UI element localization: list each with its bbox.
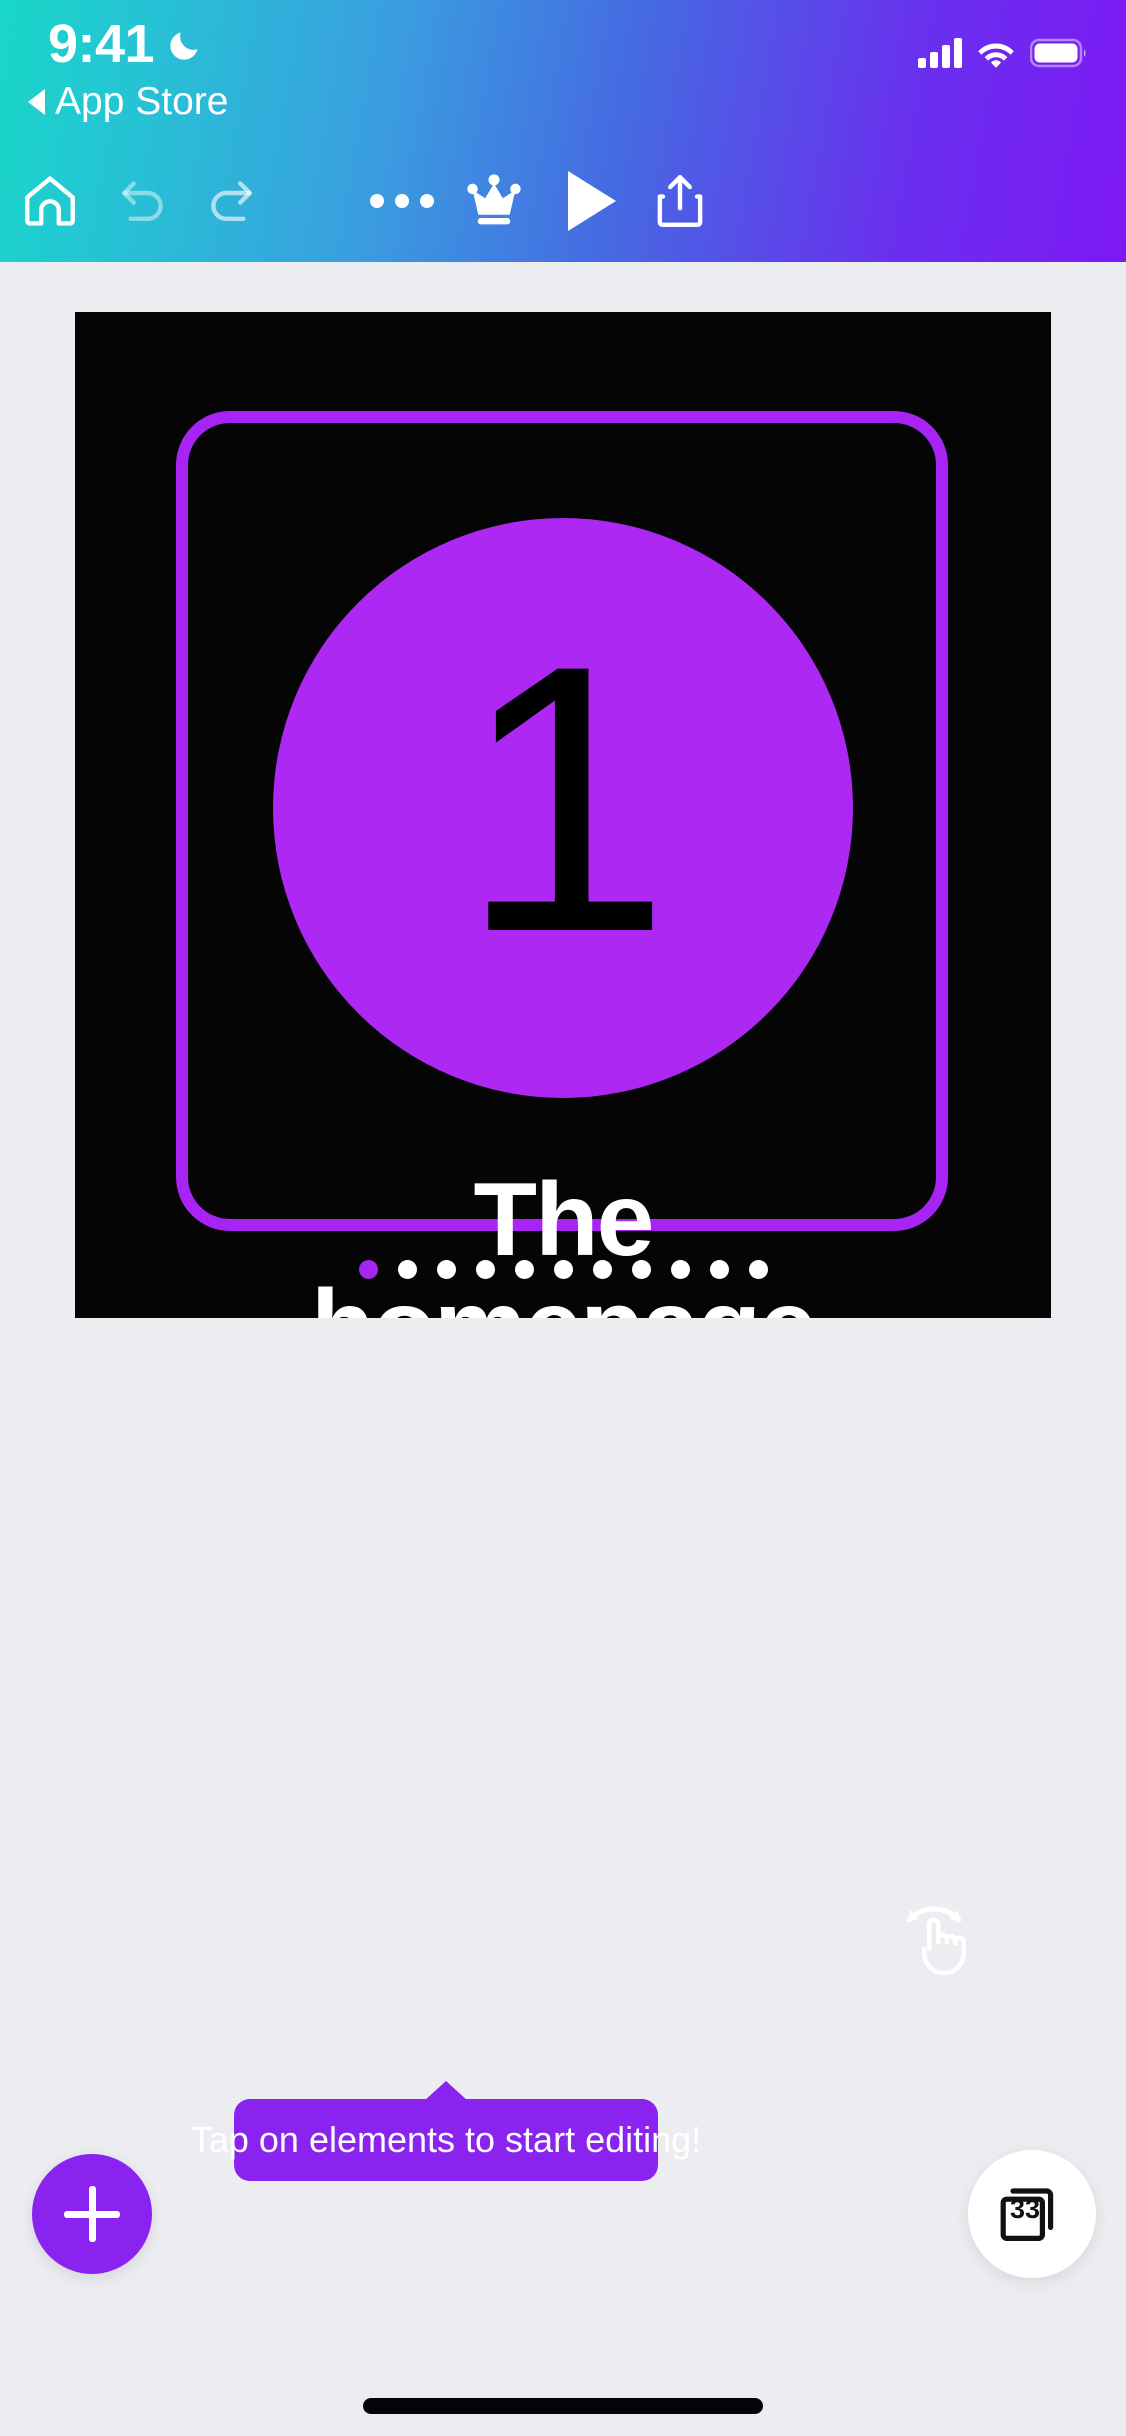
slide-title-line-2: homepage — [115, 1274, 1011, 1319]
pagination-dot[interactable] — [592, 1260, 612, 1279]
premium-button[interactable] — [444, 155, 544, 247]
home-icon — [25, 176, 75, 226]
pagination-dot[interactable] — [670, 1260, 690, 1279]
share-icon — [657, 175, 703, 227]
pagination-dot[interactable] — [709, 1260, 729, 1279]
pagination-dot[interactable] — [748, 1260, 768, 1279]
pagination-dot[interactable] — [358, 1260, 378, 1279]
pagination-dot[interactable] — [397, 1260, 417, 1279]
back-to-app-store-link[interactable]: App Store — [28, 80, 228, 124]
more-options-button[interactable] — [352, 155, 452, 247]
redo-icon — [211, 181, 253, 222]
slides-overview-button[interactable]: 33 — [968, 2150, 1096, 2278]
slide-title[interactable]: The homepage — [75, 1162, 1051, 1319]
slide-number-text: 1 — [459, 586, 670, 1011]
tooltip-arrow-icon — [424, 2081, 468, 2101]
pagination-dot[interactable] — [475, 1260, 495, 1279]
pagination-dot[interactable] — [514, 1260, 534, 1279]
pagination-dot[interactable] — [631, 1260, 651, 1279]
share-button[interactable] — [630, 155, 730, 247]
home-indicator — [363, 2398, 763, 2414]
back-link-label: App Store — [55, 80, 229, 123]
cellular-signal-icon — [918, 38, 962, 68]
home-button[interactable] — [0, 155, 100, 247]
preview-button[interactable] — [538, 155, 638, 247]
play-icon — [568, 171, 616, 231]
undo-icon — [121, 181, 163, 222]
redo-button[interactable] — [182, 155, 282, 247]
pagination-dot[interactable] — [553, 1260, 573, 1279]
more-options-icon — [370, 194, 434, 208]
back-caret-icon — [28, 89, 45, 115]
status-time: 9:41 — [48, 14, 155, 74]
battery-icon — [1030, 38, 1086, 68]
status-indicators — [918, 38, 1088, 68]
editing-hint-tooltip[interactable]: Tap on elements to start editing! — [191, 2081, 701, 2181]
undo-button[interactable] — [92, 155, 192, 247]
top-gradient-bar: 9:41 App Store — [0, 0, 1126, 262]
crown-icon — [467, 174, 521, 225]
tooltip-text: Tap on elements to start editing! — [190, 2119, 702, 2160]
slide-pagination — [75, 1260, 1051, 1279]
slides-stack-icon: 33 — [996, 2178, 1068, 2250]
slide-canvas[interactable]: 1 The homepage — [75, 312, 1051, 1318]
slide-number-circle[interactable]: 1 — [273, 518, 853, 1098]
pagination-dot[interactable] — [436, 1260, 456, 1279]
moon-icon — [170, 32, 198, 60]
add-element-button[interactable] — [32, 2154, 152, 2274]
plus-icon-bar — [64, 2210, 120, 2218]
slides-count: 33 — [1009, 2194, 1041, 2224]
slide-title-line-1: The — [473, 1162, 655, 1278]
swipe-gesture-icon — [906, 1906, 967, 1976]
app-screen: 9:41 App Store 1 The Tap on elements to … — [0, 0, 1126, 2436]
editor-toolbar — [0, 155, 1126, 262]
wifi-icon — [978, 43, 1014, 68]
